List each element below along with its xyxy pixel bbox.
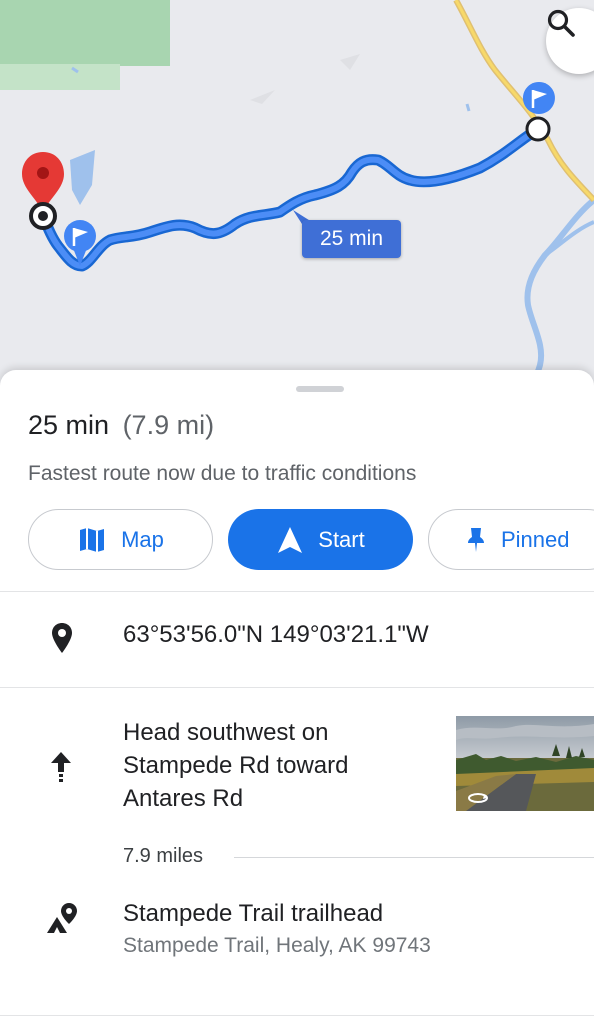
directions-sheet: 25 min (7.9 mi) Fastest route now due to… <box>0 370 594 1024</box>
route-outline <box>37 123 544 272</box>
start-button-label: Start <box>318 526 365 552</box>
flag-pin-icon[interactable] <box>522 82 555 114</box>
divider <box>0 1015 594 1016</box>
pinned-button[interactable]: Pinned <box>428 509 594 570</box>
arrow-up-icon <box>46 748 76 784</box>
street-view-thumbnail[interactable] <box>456 716 594 811</box>
search-icon <box>547 9 575 37</box>
map-view[interactable]: 25 min <box>0 0 594 400</box>
map-button-label: Map <box>121 526 164 552</box>
terrain <box>250 90 275 104</box>
navigation-arrow-icon <box>278 526 303 553</box>
map-canvas <box>0 0 594 400</box>
route-time-bubble[interactable]: 25 min <box>302 220 401 258</box>
location-pin-icon <box>48 620 76 656</box>
destination-name[interactable]: Stampede Trail trailhead <box>123 900 383 928</box>
route-line[interactable] <box>40 126 541 269</box>
destination-address: Stampede Trail, Healy, AK 99743 <box>123 934 431 957</box>
route-note: Fastest route now due to traffic conditi… <box>28 462 417 485</box>
destination-marker <box>525 116 551 142</box>
lake <box>70 150 95 205</box>
divider <box>0 687 594 688</box>
origin-coordinates[interactable]: 63°53'56.0"N 149°03'21.1"W <box>123 621 429 649</box>
park-area <box>0 0 170 66</box>
trailhead-icon <box>44 900 80 936</box>
route-duration: 25 min <box>28 410 110 440</box>
map-button[interactable]: Map <box>28 509 213 570</box>
origin-marker-dot <box>38 211 48 221</box>
map-icon <box>80 527 105 552</box>
divider <box>0 591 594 592</box>
stream-2 <box>465 103 471 112</box>
step-instruction[interactable]: Head southwest on Stampede Rd toward Ant… <box>123 716 423 815</box>
route-summary: 25 min (7.9 mi) <box>28 410 214 441</box>
pinned-button-label: Pinned <box>501 526 570 552</box>
route-distance: (7.9 mi) <box>122 410 215 440</box>
park-area-2 <box>0 64 120 90</box>
pin-icon <box>468 527 484 552</box>
terrain-2 <box>340 54 360 70</box>
start-button[interactable]: Start <box>228 509 413 570</box>
drag-handle[interactable] <box>296 386 344 392</box>
distance-separator <box>234 857 594 858</box>
step-distance: 7.9 miles <box>123 845 204 867</box>
